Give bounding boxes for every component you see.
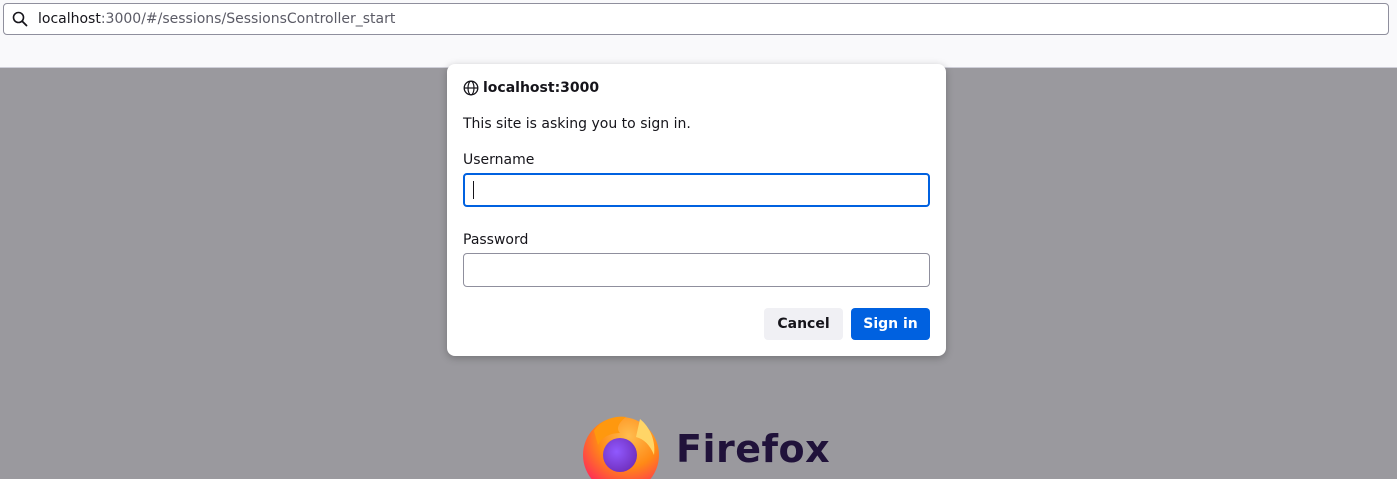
firefox-wordmark: Firefox [676, 427, 831, 471]
username-field[interactable] [463, 173, 930, 207]
firefox-logo-icon [583, 416, 659, 479]
text-caret [473, 181, 474, 199]
sign-in-button[interactable]: Sign in [851, 308, 930, 340]
sign-in-dialog: localhost:3000 This site is asking you t… [447, 64, 946, 356]
cancel-button[interactable]: Cancel [764, 308, 843, 340]
url-host: localhost [38, 11, 101, 27]
search-icon [12, 11, 28, 27]
username-label: Username [463, 152, 535, 168]
password-label: Password [463, 232, 529, 248]
url-path: :3000/#/sessions/SessionsController_star… [100, 11, 396, 27]
firefox-branding: Firefox [580, 411, 830, 479]
browser-toolbar: localhost:3000/#/sessions/SessionsContro… [0, 0, 1397, 68]
password-field[interactable] [463, 253, 930, 287]
dialog-header: localhost:3000 [463, 80, 599, 96]
url-text: localhost:3000/#/sessions/SessionsContro… [38, 11, 395, 27]
address-bar[interactable]: localhost:3000/#/sessions/SessionsContro… [3, 3, 1389, 35]
dialog-host: localhost:3000 [483, 80, 600, 96]
dialog-message: This site is asking you to sign in. [463, 116, 691, 132]
globe-icon [463, 80, 479, 96]
